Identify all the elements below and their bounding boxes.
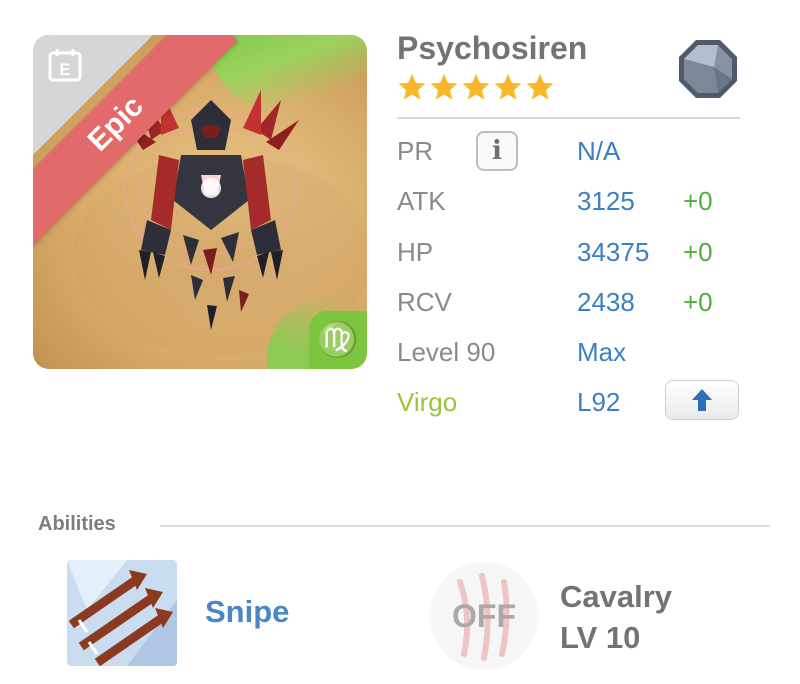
info-button[interactable]: i — [476, 131, 518, 171]
monster-portrait[interactable]: E Epic ♍ — [33, 35, 367, 369]
ability-snipe-name[interactable]: Snipe — [205, 594, 289, 630]
hp-value: 34375 — [577, 237, 650, 267]
rarity-ribbon: Epic — [33, 35, 238, 246]
arrow-up-icon — [692, 389, 712, 411]
rcv-value: 2438 — [577, 287, 635, 317]
rcv-bonus: +0 — [683, 287, 713, 317]
rcv-label: RCV — [397, 287, 452, 317]
hp-bonus: +0 — [683, 237, 713, 267]
virgo-icon: ♍ — [309, 311, 367, 369]
star-rating — [397, 72, 555, 102]
stat-row-zodiac: Virgo L92 — [397, 380, 742, 422]
stat-row-hp: HP 34375 +0 — [397, 232, 742, 272]
header-divider — [397, 117, 740, 119]
star-icon — [462, 73, 490, 100]
abilities-heading: Abilities — [38, 513, 116, 535]
zodiac-value: L92 — [577, 387, 621, 417]
ability-cavalry-level: LV 10 — [560, 620, 641, 655]
ability-status: OFF — [452, 598, 516, 634]
stat-row-pr: PR i N/A — [397, 131, 742, 171]
abilities-divider — [160, 525, 770, 527]
atk-value: 3125 — [577, 186, 635, 216]
snipe-arrows-icon[interactable] — [67, 560, 177, 666]
atk-label: ATK — [397, 186, 446, 216]
atk-bonus: +0 — [683, 186, 713, 216]
claw-scratch-icon[interactable]: OFF — [430, 562, 538, 670]
stat-row-atk: ATK 3125 +0 — [397, 181, 742, 221]
level-label: Level 90 — [397, 337, 496, 367]
star-icon — [430, 73, 458, 100]
pr-label: PR — [397, 136, 434, 166]
star-icon — [398, 73, 426, 100]
zodiac-label: Virgo — [397, 387, 458, 417]
hp-label: HP — [397, 237, 434, 267]
level-value: Max — [577, 337, 627, 367]
stat-row-rcv: RCV 2438 +0 — [397, 282, 742, 322]
star-icon — [494, 73, 522, 100]
ability-cavalry-name[interactable]: Cavalry — [560, 579, 672, 615]
star-icon — [526, 73, 554, 100]
stat-row-level: Level 90 Max — [397, 332, 742, 372]
pr-value: N/A — [577, 136, 621, 166]
upgrade-button[interactable] — [665, 380, 739, 420]
monster-name: Psychosiren — [397, 30, 588, 66]
gem-icon[interactable] — [676, 37, 740, 101]
